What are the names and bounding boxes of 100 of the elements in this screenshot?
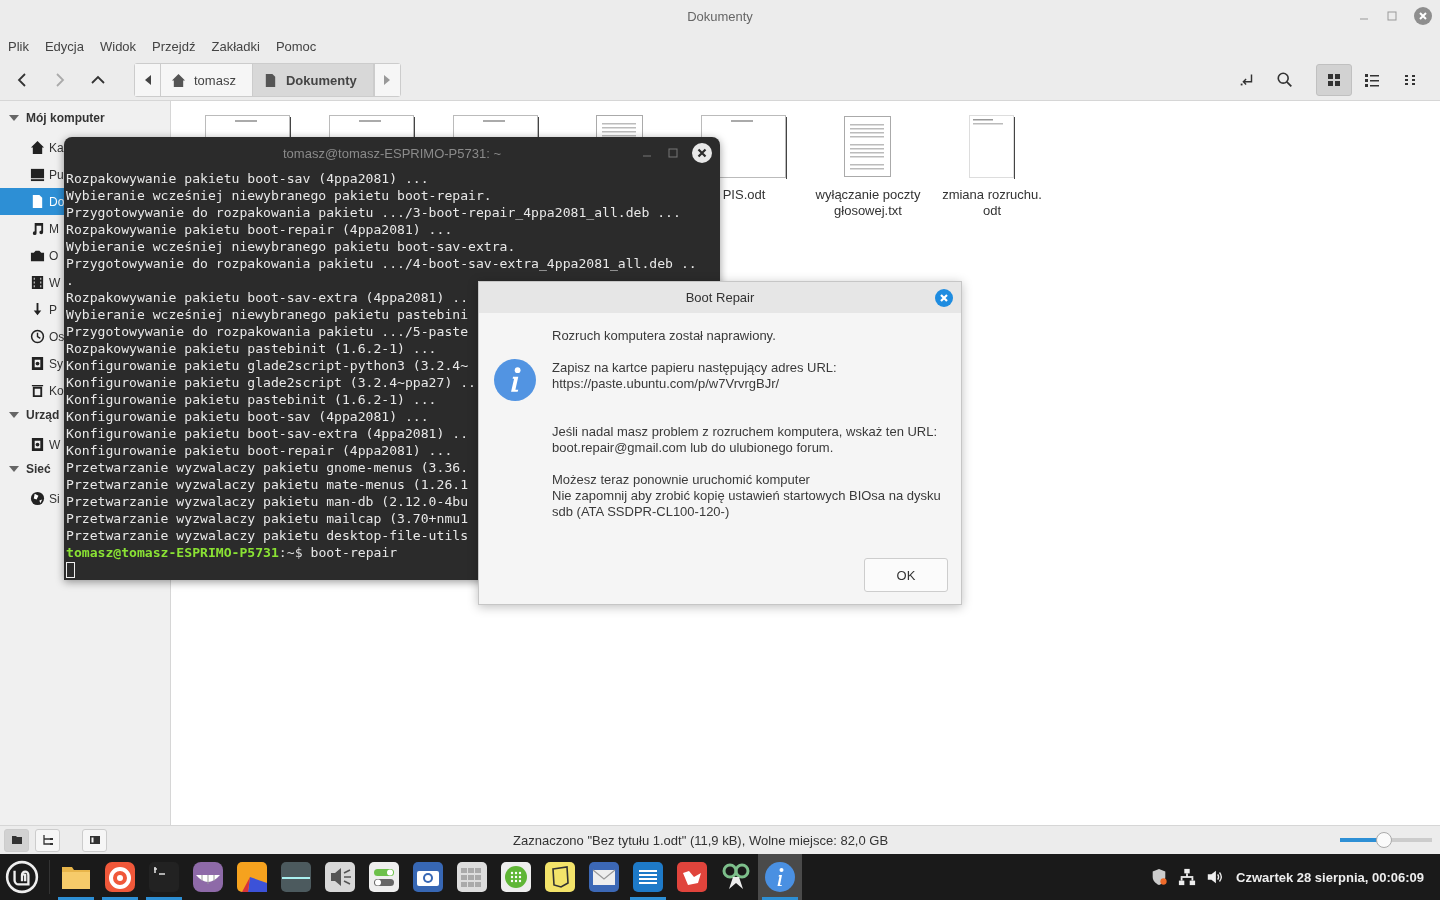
terminal-line: Rozpakowywanie pakietu pastebinit (1.6.2-1) ... (66, 340, 437, 357)
terminal-line: Rozpakowywanie pakietu boot-sav-extra (4ppa2081) .. (66, 289, 469, 306)
sidebar-item[interactable]: Os (0, 323, 64, 350)
text-cursor (66, 562, 75, 578)
path-right-button[interactable] (373, 64, 400, 96)
volume-icon[interactable] (1206, 868, 1225, 886)
sidebar-item[interactable]: O (0, 242, 64, 269)
info-icon (764, 861, 796, 893)
menu-item[interactable]: Zakładki (211, 38, 260, 54)
terminal-line: Wybieranie wcześniej niewybranego pakietu pastebini (66, 306, 469, 323)
document-thumbnail[interactable] (453, 115, 539, 137)
status-text: Zaznaczono "Bez tytułu 1.odt" (11,9 kB), Wolne miejsce: 82,0 GB (513, 832, 889, 848)
file-name[interactable]: wyłączanie poczty głosowej.txt (815, 187, 921, 219)
sidebar-item[interactable]: W (0, 431, 64, 458)
search-icon[interactable] (1276, 71, 1294, 89)
grid-icon (456, 861, 488, 893)
terminal-line: Konfigurowanie pakietu boot-repair (4ppa2081) ... (66, 442, 453, 459)
dialog-text: Możesz teraz ponownie uruchomić komputer (552, 472, 810, 488)
terminal-line: . (66, 272, 74, 289)
terminal-title: tomasz@tomasz-ESPRIMO-P5731: ~ (283, 146, 501, 161)
menu-logo-icon[interactable] (5, 860, 39, 894)
terminal-line: Przetwarzanie wyzwalaczy pakietu desktop-file-utils (66, 527, 469, 544)
ring-icon (104, 861, 136, 893)
menu-item[interactable]: Pomoc (275, 38, 317, 54)
dialog-text: https://paste.ubuntu.com/p/w7VrvrgBJr/ (552, 376, 780, 392)
document-icon (30, 194, 45, 209)
sidebar-item[interactable]: P (0, 296, 64, 323)
file-name[interactable]: zmiana rozruchu. odt (942, 187, 1042, 219)
sidebar-item[interactable]: Si (0, 485, 64, 512)
terminal-line: Konfigurowanie pakietu glade2script-python3 (3.2.4~ (66, 357, 469, 374)
file-name[interactable]: PIS.odt (722, 187, 766, 203)
menu-item[interactable]: Plik (8, 38, 29, 54)
document-thumbnail[interactable] (596, 115, 644, 137)
terminal-icon (148, 861, 180, 893)
envelope-icon (588, 861, 620, 893)
dialog-text: sdb (ATA SSDPR-CL100-120-) (552, 504, 730, 520)
sidebar-toggle-button[interactable] (82, 828, 107, 852)
text-lines-icon (632, 861, 664, 893)
terminal-line: Przygotowywanie do rozpakowania pakietu .../4-boot-sav-extra_4ppa2081_all.deb .. (66, 255, 697, 272)
film-icon (30, 275, 45, 290)
dots-icon (500, 861, 532, 893)
terminal-line: Konfigurowanie pakietu boot-sav (4ppa2081) ... (66, 408, 429, 425)
document-thumbnail[interactable] (329, 115, 415, 137)
drive-icon (30, 356, 45, 371)
dialog-title: Boot Repair (685, 290, 755, 305)
network-icon[interactable] (1178, 868, 1197, 886)
note-icon (544, 861, 576, 893)
dots-icon (1402, 72, 1418, 88)
path-button[interactable]: Dokumenty (252, 64, 374, 96)
monitor-icon (30, 167, 45, 182)
triangle-left-icon (143, 75, 152, 85)
home-icon (30, 140, 45, 155)
tree-button[interactable] (35, 828, 60, 852)
terminal-line: Przetwarzanie wyzwalaczy pakietu gnome-menus (3.36. (66, 459, 469, 476)
tile-icon (676, 861, 708, 893)
clock-icon (30, 329, 45, 344)
ok-button[interactable]: OK (864, 558, 948, 592)
sidebar-item[interactable]: W (0, 269, 64, 296)
slider-thumb[interactable] (1376, 832, 1393, 848)
shield-icon[interactable] (1150, 868, 1169, 886)
window-title: Dokumenty (687, 8, 753, 24)
places-button[interactable] (4, 828, 29, 852)
document-thumbnail[interactable] (844, 115, 892, 179)
drive-icon (30, 437, 45, 452)
camera-icon (412, 861, 444, 893)
terminal-line: Konfigurowanie pakietu pastebinit (1.6.2-1) ... (66, 391, 437, 408)
path-left-button[interactable] (135, 64, 161, 96)
menu-item[interactable]: Widok (100, 38, 137, 54)
dialog-text: Rozruch komputera został naprawiony. (552, 328, 776, 344)
toggle-icon (368, 861, 400, 893)
globe-icon (30, 491, 45, 506)
terminal-line: Wybieranie wcześniej niewybranego pakietu boot-repair. (66, 187, 492, 204)
prompt-user: tomasz@tomasz-ESPRIMO-P5731 (66, 544, 279, 561)
sidebar-heading: Sieć (26, 462, 51, 476)
document-thumbnail[interactable] (205, 115, 291, 137)
sidebar-item[interactable]: Sy (0, 350, 64, 377)
close-icon[interactable] (692, 143, 712, 163)
terminal-line: Konfigurowanie pakietu boot-sav-extra (4ppa2081) .. (66, 425, 469, 442)
sidebar-item[interactable]: M (0, 215, 64, 242)
terminal-line: Przygotowywanie do rozpakowania pakietu .../3-boot-repair_4ppa2081_all.deb ... (66, 204, 681, 221)
trash-icon (30, 383, 45, 398)
sidebar-icon (88, 834, 101, 846)
monitor-icon (280, 861, 312, 893)
sidebar-item[interactable]: Ka (0, 134, 64, 161)
menu-item[interactable]: Przejdź (152, 38, 196, 54)
list-icon (1364, 72, 1380, 88)
sidebar-heading: Urząd (26, 408, 60, 422)
icon-view-button[interactable] (1316, 64, 1352, 96)
camera-icon (30, 248, 45, 263)
info-icon (494, 359, 536, 401)
dialog-text: Nie zapomnij aby zrobić kopię ustawień startowych BIOsa na dysku (552, 488, 941, 504)
menu-item[interactable]: Edycja (44, 38, 84, 54)
sidebar-item[interactable]: Pu (0, 161, 64, 188)
terminal-line: Przygotowywanie do rozpakowania pakietu .../5-paste (66, 323, 469, 340)
sidebar-item[interactable]: Do (0, 188, 64, 215)
clock-text[interactable]: Czwartek 28 sierpnia, 00:06:09 (1236, 869, 1424, 885)
sidebar-item[interactable]: Ko (0, 377, 64, 404)
terminal-line: Rozpakowywanie pakietu boot-repair (4ppa2081) ... (66, 221, 453, 238)
folder-icon (10, 834, 23, 846)
tree-icon (41, 834, 54, 846)
